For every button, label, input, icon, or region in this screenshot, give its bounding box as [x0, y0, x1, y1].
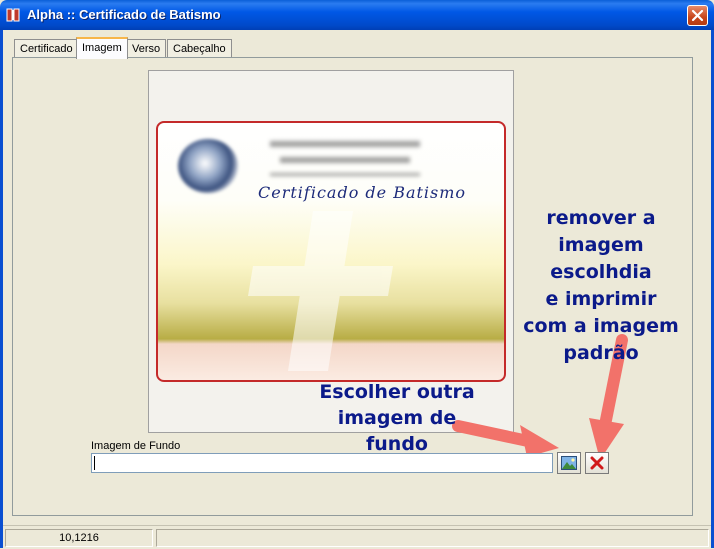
- annotation-line: e imprimir: [545, 288, 657, 310]
- annotation-line: com a imagem: [523, 315, 679, 337]
- status-panel: [156, 529, 709, 547]
- text-caret: [94, 456, 95, 470]
- status-bar: 10,1216: [3, 525, 711, 549]
- tab-label: Imagem: [82, 42, 122, 54]
- annotation-line: imagem escolhdia: [550, 234, 652, 283]
- annotation-line: Escolher outra: [319, 381, 475, 403]
- background-image-path-input[interactable]: [91, 453, 553, 473]
- image-icon: [561, 456, 577, 470]
- annotation-choose-image: Escolher outra imagem de fundo: [312, 379, 482, 457]
- annotation-remove-image: remover a imagem escolhdia e imprimir co…: [506, 205, 696, 367]
- remove-image-button[interactable]: [585, 452, 609, 474]
- annotation-line: imagem de: [337, 407, 457, 429]
- annotation-line: remover a: [546, 207, 656, 229]
- status-version: 10,1216: [5, 529, 153, 547]
- background-image-label: Imagem de Fundo: [91, 440, 181, 452]
- status-version-text: 10,1216: [59, 532, 99, 544]
- annotation-line: padrão: [563, 342, 639, 364]
- delete-x-icon: [590, 456, 604, 470]
- tab-imagem[interactable]: Imagem: [76, 37, 128, 59]
- choose-image-button[interactable]: [557, 452, 581, 474]
